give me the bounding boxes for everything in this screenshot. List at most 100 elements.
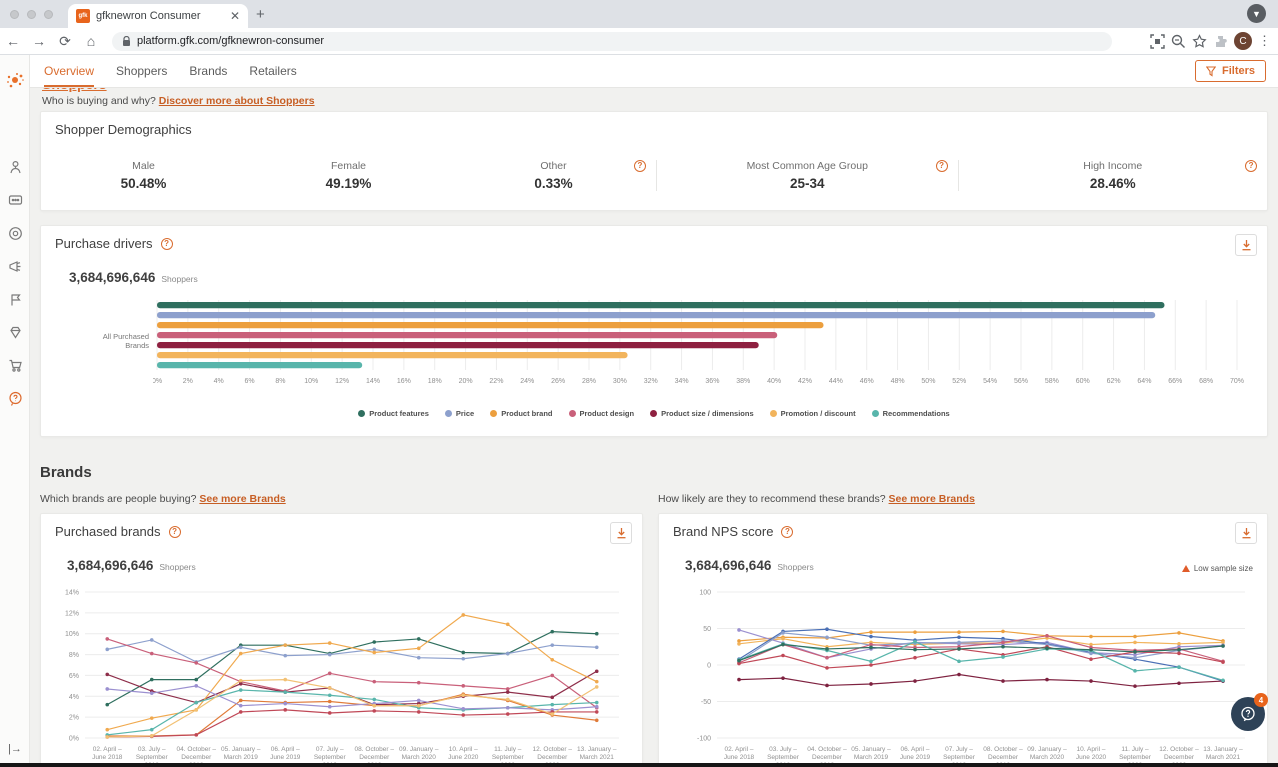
svg-text:36%: 36%: [705, 378, 719, 385]
brand-nps-download-button[interactable]: [1235, 522, 1257, 544]
svg-text:-100: -100: [697, 736, 711, 743]
see-more-brands-left-link[interactable]: See more Brands: [199, 493, 285, 505]
legend-item[interactable]: Recommendations: [872, 409, 950, 418]
svg-text:6%: 6%: [245, 378, 255, 385]
discover-shoppers-link[interactable]: Discover more about Shoppers: [159, 95, 315, 107]
legend-item[interactable]: Product features: [358, 409, 429, 418]
expand-sidebar-icon[interactable]: |→: [8, 743, 22, 755]
age-stats-section: Most Common Age Group 25-34: [656, 160, 958, 191]
browser-tab[interactable]: gfk gfknewron Consumer ✕: [68, 4, 248, 28]
stat-male: Male 50.48%: [41, 160, 246, 191]
window-close-button[interactable]: [10, 10, 19, 19]
svg-text:68%: 68%: [1199, 378, 1213, 385]
scan-icon[interactable]: [1150, 34, 1165, 49]
megaphone-icon[interactable]: [7, 258, 23, 274]
svg-text:4%: 4%: [69, 694, 79, 701]
tab-brands[interactable]: Brands: [189, 64, 227, 78]
tab-close-icon[interactable]: ✕: [230, 9, 240, 23]
clipped-section-heading: Shoppers: [42, 88, 107, 93]
tab-shoppers[interactable]: Shoppers: [116, 64, 167, 78]
legend-item[interactable]: Price: [445, 409, 474, 418]
legend-item[interactable]: Promotion / discount: [770, 409, 856, 418]
purchase-drivers-help-icon[interactable]: [161, 238, 173, 250]
home-icon[interactable]: ⌂: [78, 33, 104, 49]
cart-icon[interactable]: [7, 357, 23, 373]
brands-left-question-text: Which brands are people buying?: [40, 493, 196, 505]
help-notification-badge: 4: [1254, 693, 1268, 707]
legend-item[interactable]: Product size / dimensions: [650, 409, 754, 418]
svg-text:02. April –June 2018: 02. April –June 2018: [724, 746, 755, 761]
shopper-icon[interactable]: [7, 159, 23, 175]
brands-right-question-text: How likely are they to recommend these b…: [658, 493, 886, 505]
svg-text:06. April –June 2019: 06. April –June 2019: [270, 746, 301, 761]
svg-text:16%: 16%: [397, 378, 411, 385]
svg-text:18%: 18%: [428, 378, 442, 385]
svg-text:07. July –September2019: 07. July –September2019: [943, 746, 976, 763]
help-chat-icon[interactable]: [7, 390, 23, 406]
help-bubble-icon: [1239, 705, 1257, 723]
svg-text:08. October –December2019: 08. October –December2019: [983, 746, 1023, 763]
legend-label: Price: [456, 409, 474, 418]
reload-icon[interactable]: ⟳: [52, 33, 78, 50]
legend-item[interactable]: Product design: [569, 409, 635, 418]
brands-heading: Brands: [40, 464, 92, 481]
tab-overview[interactable]: Overview: [44, 55, 94, 87]
drivers-shoppers-count: 3,684,696,646: [69, 270, 155, 285]
svg-text:66%: 66%: [1168, 378, 1182, 385]
zoom-icon[interactable]: [1171, 34, 1186, 49]
new-tab-button[interactable]: +: [256, 6, 265, 23]
purchase-drivers-card: Purchase drivers 3,684,696,646 Shoppers …: [40, 225, 1268, 437]
see-more-brands-right-link[interactable]: See more Brands: [889, 493, 975, 505]
presentation-icon[interactable]: [7, 192, 23, 208]
brand-nps-help-icon[interactable]: [781, 526, 793, 538]
funnel-icon: [1206, 66, 1216, 77]
svg-text:42%: 42%: [798, 378, 812, 385]
legend-item[interactable]: Product brand: [490, 409, 552, 418]
income-help-icon[interactable]: [1245, 160, 1257, 172]
svg-text:10%: 10%: [65, 631, 79, 638]
window-controls[interactable]: [10, 10, 53, 19]
age-help-icon[interactable]: [936, 160, 948, 172]
filters-button[interactable]: Filters: [1195, 60, 1266, 82]
diamond-icon[interactable]: [7, 324, 23, 340]
svg-text:04. October –December2018: 04. October –December2018: [807, 746, 847, 763]
svg-text:70%: 70%: [1230, 378, 1244, 385]
purchased-brands-shoppers-label: Shoppers: [159, 562, 195, 572]
purchased-brands-download-button[interactable]: [610, 522, 632, 544]
stat-other: Other 0.33%: [451, 160, 656, 191]
gfk-logo-icon[interactable]: [5, 71, 25, 91]
purchase-drivers-download-button[interactable]: [1235, 234, 1257, 256]
svg-text:20%: 20%: [459, 378, 473, 385]
window-chevron-button[interactable]: ▼: [1247, 4, 1266, 23]
window-maximize-button[interactable]: [44, 10, 53, 19]
svg-text:32%: 32%: [644, 378, 658, 385]
purchased-brands-help-icon[interactable]: [169, 526, 181, 538]
disc-icon[interactable]: [7, 225, 23, 241]
svg-text:34%: 34%: [675, 378, 689, 385]
address-bar[interactable]: platform.gfk.com/gfknewron-consumer: [112, 32, 1112, 51]
tab-retailers[interactable]: Retailers: [249, 64, 296, 78]
income-stats-section: High Income 28.46%: [958, 160, 1268, 191]
legend-dot-icon: [490, 410, 497, 417]
browser-menu-icon[interactable]: ⋮: [1258, 33, 1270, 49]
bottom-edge-strip: [0, 763, 1278, 767]
help-fab-button[interactable]: 4: [1231, 697, 1265, 731]
profile-avatar[interactable]: C: [1234, 32, 1252, 50]
svg-text:44%: 44%: [829, 378, 843, 385]
purchased-brands-title: Purchased brands: [55, 524, 161, 539]
legend-dot-icon: [358, 410, 365, 417]
browser-toolbar: ← → ⟳ ⌂ platform.gfk.com/gfknewron-consu…: [0, 28, 1278, 55]
bookmark-star-icon[interactable]: [1192, 34, 1207, 49]
svg-text:05. January –March 2019: 05. January –March 2019: [851, 746, 891, 761]
window-minimize-button[interactable]: [27, 10, 36, 19]
svg-text:52%: 52%: [952, 378, 966, 385]
legend-dot-icon: [872, 410, 879, 417]
back-icon[interactable]: ←: [0, 33, 26, 49]
gender-help-icon[interactable]: [634, 160, 646, 172]
svg-text:26%: 26%: [551, 378, 565, 385]
forward-icon[interactable]: →: [26, 33, 52, 49]
legend-label: Product design: [580, 409, 635, 418]
flag-icon[interactable]: [7, 291, 23, 307]
brand-nps-card: Brand NPS score 3,684,696,646 Shoppers L…: [658, 513, 1268, 763]
stat-female: Female 49.19%: [246, 160, 451, 191]
